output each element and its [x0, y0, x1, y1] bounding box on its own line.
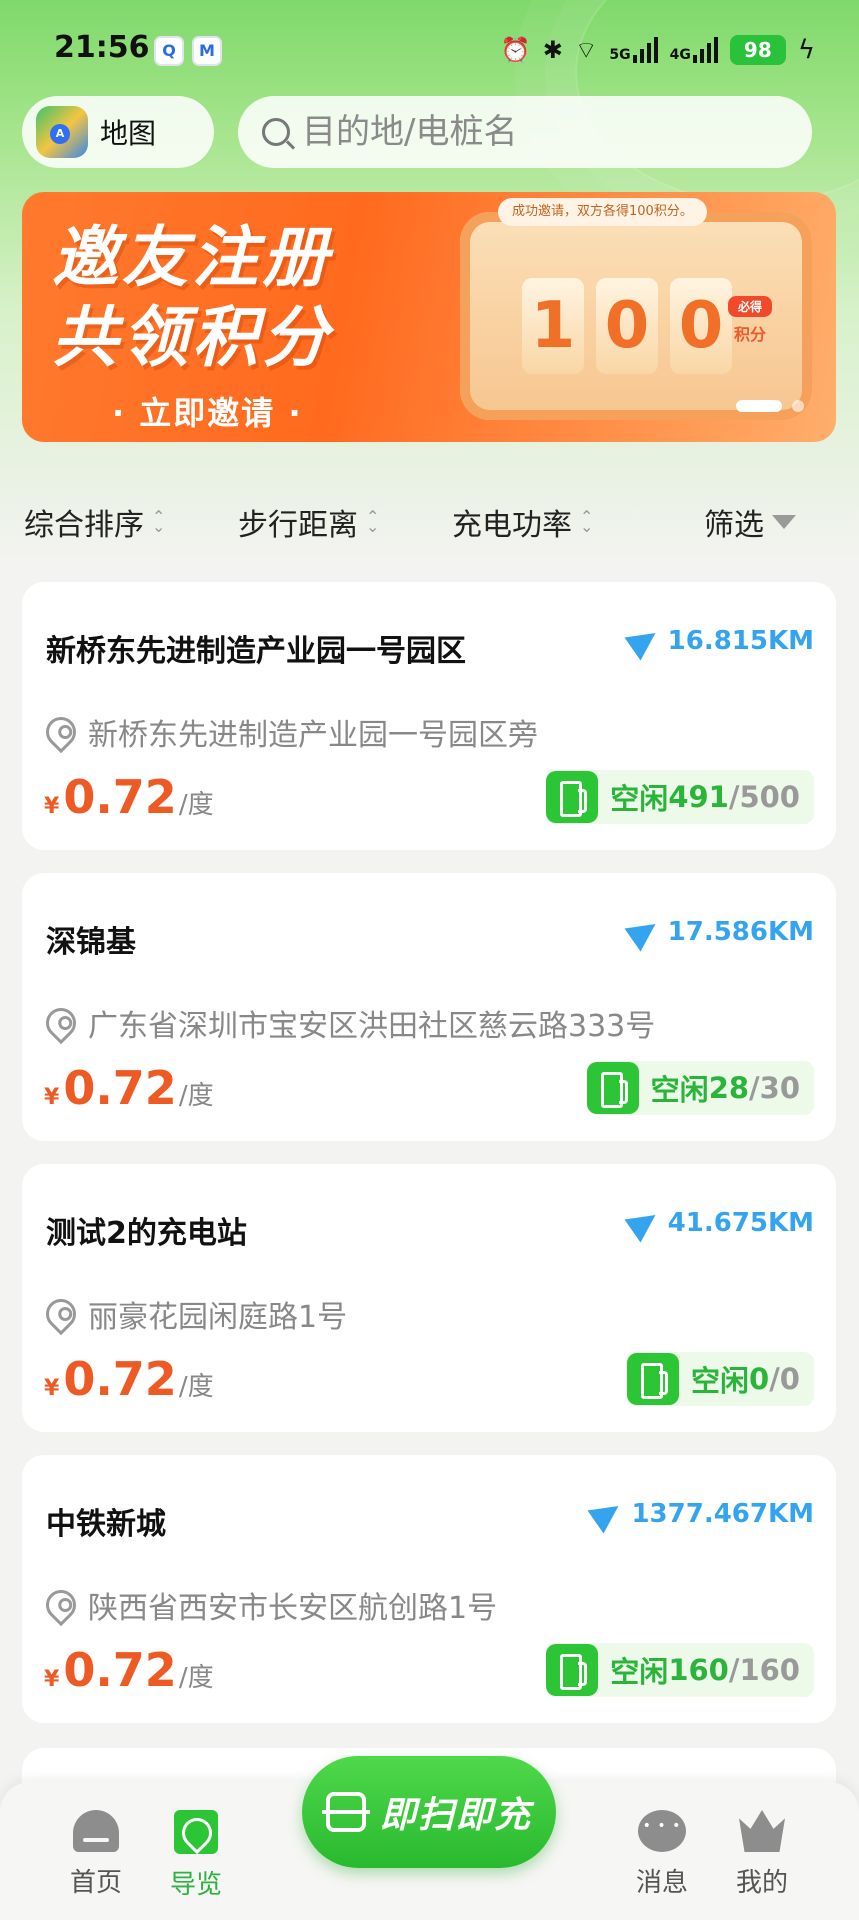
signal-4g-icon: 4G	[670, 37, 718, 63]
banner-title-line2: 共领积分	[52, 299, 332, 376]
station-name: 测试2的充电站	[46, 1216, 247, 1251]
search-bar[interactable]	[238, 96, 812, 168]
alarm-icon: ⏰	[500, 36, 531, 64]
charger-icon	[627, 1353, 680, 1405]
tab-messages[interactable]: 消息	[612, 1810, 712, 1899]
sort-power-filter[interactable]: 充电功率 ⌃ ⌄	[452, 500, 593, 544]
mail-notification-icon: M	[192, 36, 222, 66]
signal-5g-icon: 5G	[609, 37, 658, 63]
banner-points-badge: 必得 积分	[728, 296, 772, 358]
banner-digit: 0	[596, 278, 658, 374]
tab-mine[interactable]: 我的	[712, 1810, 812, 1899]
status-time: 21:56	[54, 30, 150, 65]
station-card[interactable]: 测试2的充电站 41.675KM 丽豪花园闲庭路1号 ¥ 0.72 /度 空闲 …	[22, 1164, 836, 1432]
station-price: ¥ 0.72 /度	[44, 1352, 214, 1406]
crown-icon	[739, 1810, 785, 1852]
banner-pagination	[736, 400, 804, 412]
battery-icon: 98	[729, 35, 786, 65]
station-distance[interactable]: 1377.467KM	[587, 1494, 814, 1534]
station-address: 新桥东先进制造产业园一号园区旁	[39, 710, 538, 754]
status-icons: ⏰ ✱ ⌔ 5G 4G 98 ϟ	[501, 30, 815, 70]
station-address: 丽豪花园闲庭路1号	[39, 1292, 347, 1336]
station-address: 广东省深圳市宝安区洪田社区慈云路333号	[39, 1001, 655, 1045]
home-icon	[73, 1810, 119, 1852]
sort-caret-icon: ⌃ ⌄	[152, 507, 166, 536]
station-availability: 空闲 0 /0	[627, 1352, 814, 1406]
banner-digit: 0	[670, 278, 732, 374]
scan-icon	[321, 1792, 370, 1832]
navigate-arrow-icon	[587, 1494, 627, 1534]
station-address: 陕西省西安市长安区航创路1号	[39, 1583, 497, 1627]
wifi-icon: ⌔	[574, 36, 598, 64]
station-price: ¥ 0.72 /度	[44, 1061, 214, 1115]
station-availability: 空闲 28 /30	[586, 1061, 814, 1115]
bluetooth-icon: ✱	[542, 36, 563, 64]
funnel-icon	[772, 515, 796, 529]
station-price: ¥ 0.72 /度	[44, 770, 214, 824]
map-button-label: 地图	[100, 117, 157, 150]
station-name: 新桥东先进制造产业园一号园区	[46, 634, 466, 669]
scan-charge-button[interactable]: 即扫即充	[302, 1756, 556, 1868]
charger-icon	[546, 1644, 599, 1696]
station-card[interactable]: 深锦基 17.586KM 广东省深圳市宝安区洪田社区慈云路333号 ¥ 0.72…	[22, 873, 836, 1141]
map-logo-icon	[36, 106, 88, 158]
filter-button[interactable]: 筛选	[704, 500, 796, 544]
navigate-arrow-icon	[624, 1203, 664, 1243]
sort-comprehensive-filter[interactable]: 综合排序 ⌃ ⌄	[24, 500, 165, 544]
filter-bar: 综合排序 ⌃ ⌄ 步行距离 ⌃ ⌄ 充电功率 ⌃ ⌄ 筛选	[0, 486, 859, 556]
sort-caret-icon: ⌃ ⌄	[366, 507, 380, 536]
promo-banner[interactable]: 邀友注册 共领积分 · 立即邀请 · 成功邀请，双方各得100积分。 1 0 0…	[22, 192, 836, 442]
banner-dot-active	[736, 400, 782, 412]
search-icon	[262, 118, 290, 146]
station-availability: 空闲 160 /160	[546, 1643, 814, 1697]
chat-notification-icon: Q	[154, 36, 184, 66]
location-pin-icon	[39, 710, 83, 754]
banner-digit: 1	[522, 278, 584, 374]
station-name: 中铁新城	[46, 1507, 166, 1542]
navigate-arrow-icon	[624, 621, 664, 661]
station-name: 深锦基	[46, 925, 136, 960]
station-availability: 空闲 491 /500	[546, 770, 814, 824]
chat-bubble-icon	[638, 1810, 686, 1852]
station-price: ¥ 0.72 /度	[44, 1643, 214, 1697]
banner-dot	[792, 400, 804, 412]
banner-caption: 成功邀请，双方各得100积分。	[498, 198, 707, 226]
location-pin-icon	[39, 1583, 83, 1627]
station-card[interactable]: 新桥东先进制造产业园一号园区 16.815KM 新桥东先进制造产业园一号园区旁 …	[22, 582, 836, 850]
status-bar: 21:56 Q M ⏰ ✱ ⌔ 5G 4G 98 ϟ	[0, 0, 859, 100]
sort-caret-icon: ⌃ ⌄	[580, 507, 594, 536]
station-distance[interactable]: 16.815KM	[624, 621, 814, 661]
search-input[interactable]	[302, 112, 782, 152]
charger-icon	[586, 1062, 639, 1114]
sort-distance-filter[interactable]: 步行距离 ⌃ ⌄	[238, 500, 379, 544]
station-distance[interactable]: 41.675KM	[624, 1203, 814, 1243]
charger-icon	[546, 771, 599, 823]
banner-points-digits: 1 0 0	[522, 278, 732, 374]
location-pin-icon	[39, 1001, 83, 1045]
station-card[interactable]: 中铁新城 1377.467KM 陕西省西安市长安区航创路1号 ¥ 0.72 /度…	[22, 1455, 836, 1723]
tab-guide[interactable]: 导览	[146, 1810, 246, 1901]
navigate-arrow-icon	[624, 912, 664, 952]
banner-invite-cta[interactable]: · 立即邀请 ·	[112, 388, 303, 434]
charging-bolt-icon: ϟ	[797, 35, 815, 65]
station-distance[interactable]: 17.586KM	[624, 912, 814, 952]
tab-home[interactable]: 首页	[46, 1810, 146, 1899]
map-guide-icon	[174, 1810, 218, 1854]
map-button[interactable]: 地图	[22, 96, 214, 168]
location-pin-icon	[39, 1292, 83, 1336]
